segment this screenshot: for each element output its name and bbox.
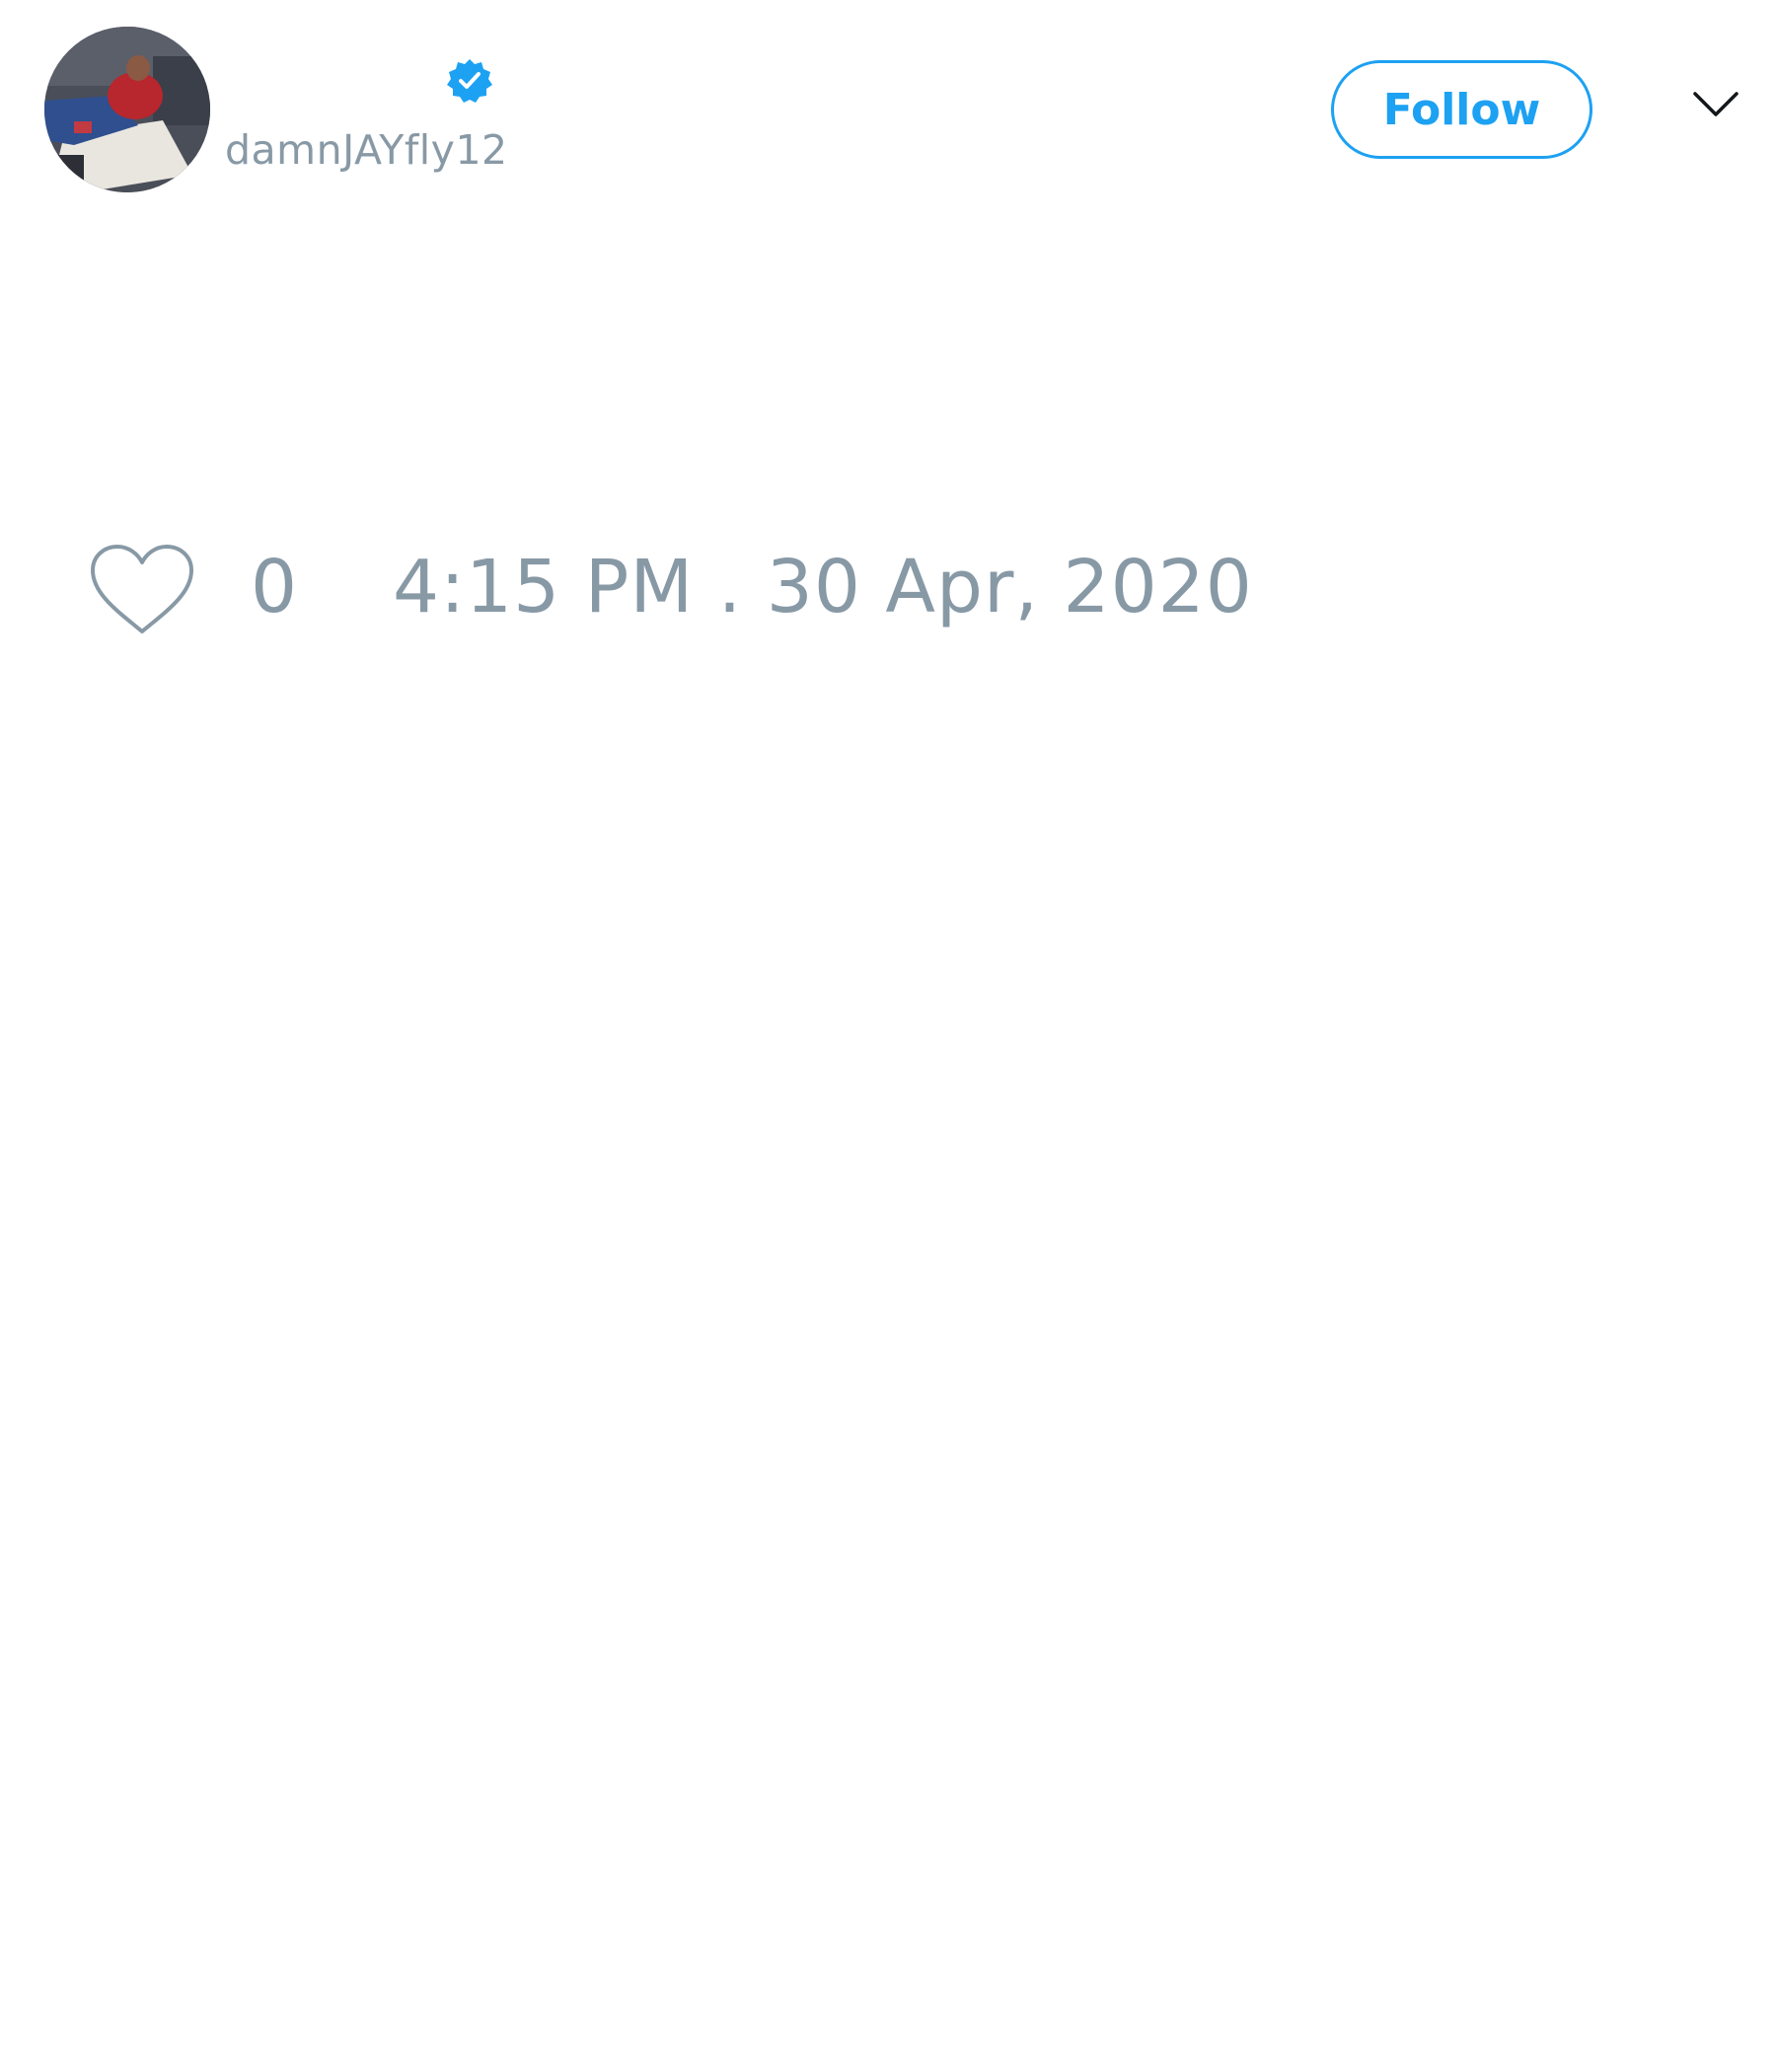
tweet-actions: 0 4:15 PM . 30 Apr, 2020: [0, 533, 1776, 651]
avatar[interactable]: [44, 27, 210, 192]
like-count: 0: [251, 545, 298, 629]
author-handle[interactable]: damnJAYfly12: [225, 126, 508, 174]
follow-button[interactable]: Follow: [1331, 60, 1592, 159]
heart-outline-icon[interactable]: [89, 543, 195, 637]
tweet-timestamp[interactable]: 4:15 PM . 30 Apr, 2020: [393, 545, 1253, 629]
avatar-photo: [44, 27, 210, 192]
chevron-down-icon[interactable]: [1692, 89, 1739, 120]
tweet-card: damnJAYfly12 Follow 0 4:15 PM . 30 Apr, …: [0, 0, 1776, 2072]
tweet-header: damnJAYfly12 Follow: [0, 0, 1776, 227]
verified-badge-icon: [446, 57, 493, 105]
